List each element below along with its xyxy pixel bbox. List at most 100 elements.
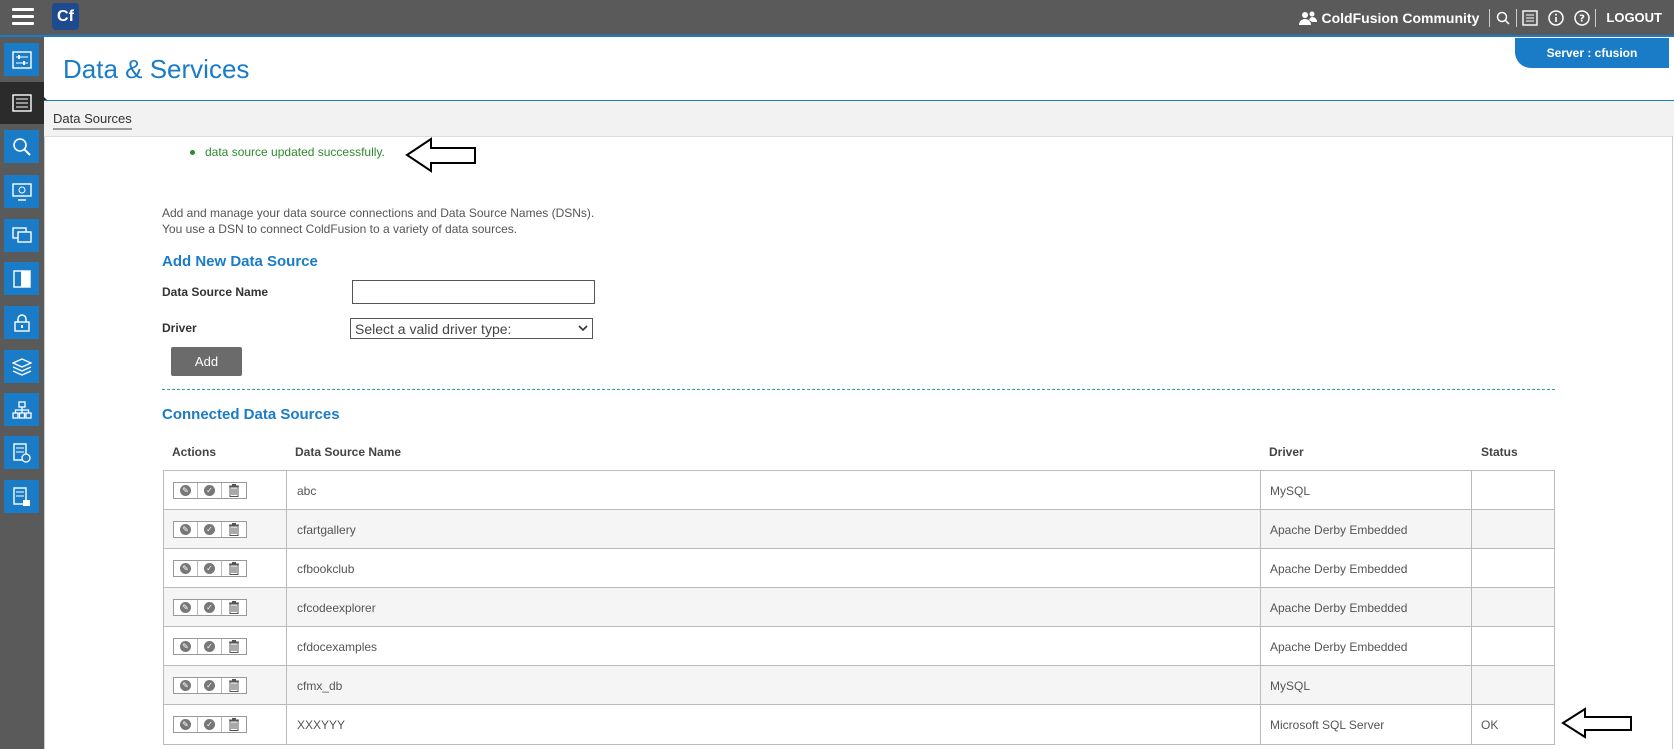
add-button[interactable]: Add <box>171 347 242 376</box>
left-arrow-icon <box>405 137 476 173</box>
log-icon[interactable] <box>1517 0 1543 35</box>
edit-icon[interactable]: ✎ <box>174 600 198 615</box>
delete-icon[interactable] <box>222 717 246 732</box>
datasource-name-cell[interactable]: cfbookclub <box>287 549 1287 588</box>
edit-icon[interactable]: ✎ <box>174 717 198 732</box>
verify-icon[interactable]: ✓ <box>198 600 222 615</box>
tab-data-sources[interactable]: Data Sources <box>53 111 132 130</box>
top-right-toolbar: ColdFusion Community ? LOGOUT <box>1289 0 1674 35</box>
status-cell <box>1472 549 1556 588</box>
description-line: Add and manage your data source connecti… <box>162 206 595 220</box>
action-group: ✎ ✓ <box>173 482 247 499</box>
driver-cell: MySQL <box>1260 471 1472 510</box>
status-cell: OK <box>1481 717 1499 732</box>
datasource-name-cell[interactable]: abc <box>287 471 1287 510</box>
verify-icon[interactable]: ✓ <box>198 678 222 693</box>
table-row: ✎ ✓ cfbookclub Apache Derby Embedded <box>164 549 1554 588</box>
datasource-name-cell[interactable]: cfcodeexplorer <box>287 588 1287 627</box>
action-group: ✎ ✓ <box>173 599 247 616</box>
divider <box>44 137 45 749</box>
datasource-name-cell[interactable]: cfdocexamples <box>287 627 1287 666</box>
verify-icon[interactable]: ✓ <box>198 522 222 537</box>
action-group: ✎ ✓ <box>173 677 247 694</box>
nav-data-services-icon[interactable] <box>0 82 50 124</box>
driver-cell: Apache Derby Embedded <box>1260 510 1472 549</box>
actions-cell: ✎ ✓ <box>164 510 287 549</box>
status-cell <box>1472 510 1556 549</box>
search-icon[interactable] <box>1490 0 1516 35</box>
actions-cell: ✎ ✓ <box>164 588 287 627</box>
table-row: ✎ ✓ abc MySQL <box>164 471 1554 510</box>
datasource-name-cell[interactable]: cfartgallery <box>287 510 1287 549</box>
server-badge: Server : cfusion <box>1515 38 1669 68</box>
delete-icon[interactable] <box>222 678 246 693</box>
nav-packages-icon[interactable] <box>4 350 39 383</box>
verify-icon[interactable]: ✓ <box>198 483 222 498</box>
nav-document-settings-icon[interactable] <box>4 436 39 469</box>
actions-cell: ✎ ✓ <box>164 549 287 588</box>
delete-icon[interactable] <box>222 639 246 654</box>
actions-cell: ✎ ✓ <box>164 627 287 666</box>
help-icon[interactable]: ? <box>1569 0 1595 35</box>
top-bar: Cf ColdFusion Community ? LOGOUT <box>0 0 1674 37</box>
datasource-name-cell[interactable]: cfmx_db <box>287 666 1287 705</box>
left-arrow-icon <box>1561 707 1632 739</box>
driver-select[interactable]: Select a valid driver type: <box>350 318 593 339</box>
datasource-name-cell[interactable]: XXXYYY <box>287 705 1287 744</box>
edit-icon[interactable]: ✎ <box>174 639 198 654</box>
delete-icon[interactable] <box>222 561 246 576</box>
delete-icon[interactable] <box>222 522 246 537</box>
table-row: ✎ ✓ cfmx_db MySQL <box>164 666 1554 705</box>
driver-cell: Apache Derby Embedded <box>1260 627 1472 666</box>
table-row: ✎ ✓ cfartgallery Apache Derby Embedded <box>164 510 1554 549</box>
column-header: Actions <box>172 445 217 459</box>
verify-icon[interactable]: ✓ <box>198 639 222 654</box>
data-sources-table: ✎ ✓ abc MySQL ✎ ✓ cfartgallery Apache De… <box>163 470 1555 745</box>
divider <box>162 389 1555 390</box>
column-header: Driver <box>1269 445 1304 459</box>
verify-icon[interactable]: ✓ <box>198 561 222 576</box>
name-label: Data Source Name <box>162 285 269 299</box>
description-line: You use a DSN to connect ColdFusion to a… <box>162 222 518 236</box>
actions-cell: ✎ ✓ <box>164 471 287 510</box>
info-icon[interactable] <box>1543 0 1569 35</box>
subnav: Data Sources <box>44 101 1674 137</box>
edit-icon[interactable]: ✎ <box>174 522 198 537</box>
driver-cell: Apache Derby Embedded <box>1260 549 1472 588</box>
nav-server-settings-icon[interactable] <box>4 43 39 76</box>
nav-monitor-icon[interactable] <box>4 175 39 208</box>
table-row: ✎ ✓ cfcodeexplorer Apache Derby Embedded <box>164 588 1554 627</box>
community-link[interactable]: ColdFusion Community <box>1289 10 1490 26</box>
edit-icon[interactable]: ✎ <box>174 483 198 498</box>
data-source-name-input[interactable] <box>352 280 595 304</box>
divider <box>1672 137 1673 749</box>
status-cell <box>1472 666 1556 705</box>
description: Add and manage your data source connecti… <box>162 205 594 237</box>
nav-server-update-icon[interactable] <box>4 219 39 252</box>
edit-icon[interactable]: ✎ <box>174 678 198 693</box>
driver-label: Driver <box>162 321 197 335</box>
edit-icon[interactable]: ✎ <box>174 561 198 576</box>
status-cell <box>1472 588 1556 627</box>
nav-document-security-icon[interactable] <box>4 480 39 513</box>
menu-icon[interactable] <box>12 8 34 26</box>
column-header: Data Source Name <box>295 445 402 459</box>
nav-network-icon[interactable] <box>4 393 39 426</box>
coldfusion-logo[interactable]: Cf <box>52 3 79 30</box>
connected-section-title: Connected Data Sources <box>162 406 340 423</box>
actions-cell: ✎ ✓ <box>164 705 287 744</box>
nav-extensions-icon[interactable] <box>4 262 39 295</box>
table-row: ✎ ✓ XXXYYY Microsoft SQL Server OK <box>164 705 1554 744</box>
nav-security-lock-icon[interactable] <box>4 306 39 339</box>
nav-debugging-icon[interactable] <box>4 130 39 163</box>
action-group: ✎ ✓ <box>173 521 247 538</box>
logout-button[interactable]: LOGOUT <box>1596 10 1674 25</box>
action-group: ✎ ✓ <box>173 716 247 733</box>
delete-icon[interactable] <box>222 483 246 498</box>
success-message: data source updated successfully. <box>190 145 385 159</box>
driver-select-value: Select a valid driver type: <box>355 320 512 337</box>
column-header: Status <box>1481 445 1518 459</box>
table-row: ✎ ✓ cfdocexamples Apache Derby Embedded <box>164 627 1554 666</box>
verify-icon[interactable]: ✓ <box>198 717 222 732</box>
delete-icon[interactable] <box>222 600 246 615</box>
